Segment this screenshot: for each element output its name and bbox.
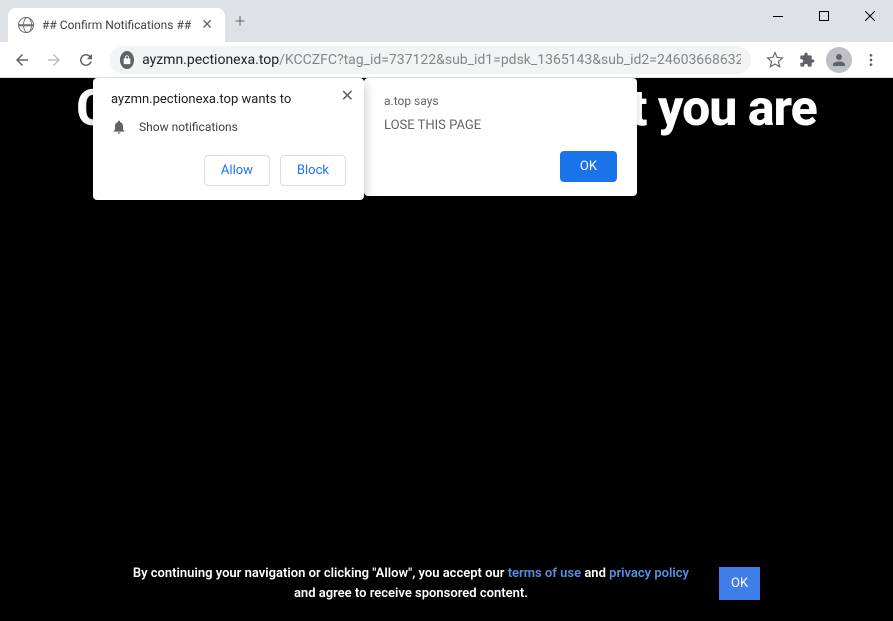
minimize-button[interactable] <box>755 0 801 32</box>
site-info-icon[interactable] <box>120 51 134 69</box>
window-controls <box>755 0 893 32</box>
profile-avatar[interactable] <box>825 46 853 74</box>
menu-icon[interactable] <box>857 46 885 74</box>
bell-icon <box>111 119 127 135</box>
close-icon[interactable]: ✕ <box>341 86 354 105</box>
bookmark-star-icon[interactable] <box>761 46 789 74</box>
consent-ok-button[interactable]: OK <box>719 567 760 600</box>
page-content: Click Allow to confirm that you are a.to… <box>0 78 893 621</box>
extensions-icon[interactable] <box>793 46 821 74</box>
globe-icon <box>18 17 34 33</box>
tab-title: ## Confirm Notifications ## <box>42 18 191 32</box>
alert-ok-button[interactable]: OK <box>560 151 617 182</box>
alert-message: LOSE THIS PAGE <box>384 118 617 133</box>
close-window-button[interactable] <box>847 0 893 32</box>
consent-text: By continuing your navigation or clickin… <box>133 564 689 603</box>
forward-button[interactable] <box>40 46 68 74</box>
terms-link[interactable]: terms of use <box>508 566 581 581</box>
address-bar[interactable]: ayzmn.pectionexa.top/KCCZFC?tag_id=73712… <box>110 46 751 74</box>
maximize-button[interactable] <box>801 0 847 32</box>
javascript-alert: a.top says LOSE THIS PAGE OK <box>364 78 637 196</box>
prompt-title: ayzmn.pectionexa.top wants to <box>111 92 346 107</box>
notification-permission-prompt: ✕ ayzmn.pectionexa.top wants to Show not… <box>93 78 364 200</box>
prompt-body: Show notifications <box>139 120 238 134</box>
back-button[interactable] <box>8 46 36 74</box>
new-tab-button[interactable]: + <box>225 7 255 36</box>
consent-footer: By continuing your navigation or clickin… <box>0 564 893 603</box>
url-text: ayzmn.pectionexa.top/KCCZFC?tag_id=73712… <box>142 52 741 68</box>
browser-toolbar: ayzmn.pectionexa.top/KCCZFC?tag_id=73712… <box>0 42 893 78</box>
allow-button[interactable]: Allow <box>204 155 270 186</box>
titlebar: ## Confirm Notifications ## ✕ + <box>0 0 893 42</box>
alert-title: a.top says <box>384 94 617 108</box>
browser-tab[interactable]: ## Confirm Notifications ## ✕ <box>8 8 225 42</box>
reload-button[interactable] <box>72 46 100 74</box>
block-button[interactable]: Block <box>280 155 346 186</box>
close-tab-icon[interactable]: ✕ <box>199 15 215 35</box>
privacy-link[interactable]: privacy policy <box>609 566 689 581</box>
